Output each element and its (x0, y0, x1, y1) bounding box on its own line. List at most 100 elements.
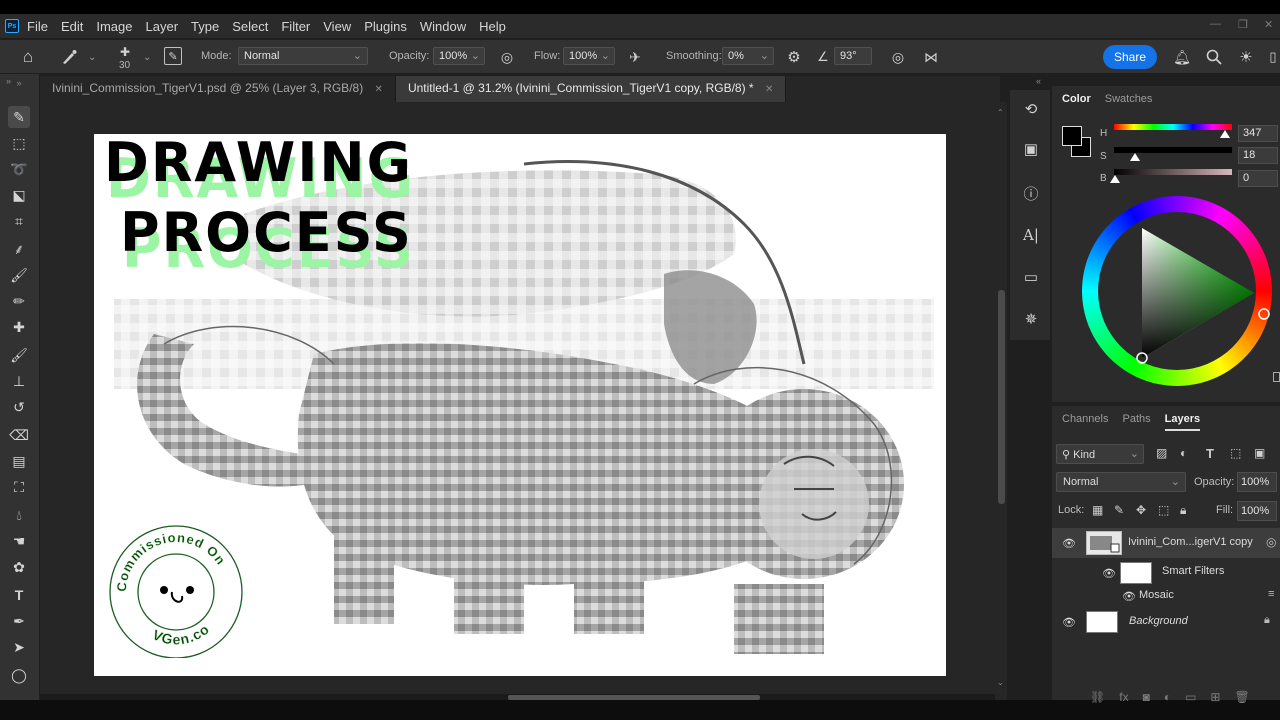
home-icon[interactable]: ⌂ (18, 47, 38, 67)
close-window-icon[interactable]: ✕ (1264, 18, 1273, 31)
mode-select[interactable]: Normal ⌄ (238, 47, 368, 65)
color-triangle[interactable] (1082, 196, 1272, 386)
saturation-slider-handle[interactable] (1130, 153, 1140, 161)
menu-file[interactable]: File (27, 19, 48, 34)
marquee-tool-icon[interactable]: ⬚ (8, 132, 30, 154)
layer-row-tiger-copy[interactable]: 👁︎ Ivinini_Com...igerV1 copy ◎ (1052, 528, 1280, 558)
menu-window[interactable]: Window (420, 19, 466, 34)
link-layers-icon[interactable]: ⛓ (1090, 690, 1105, 704)
hue-slider[interactable] (1114, 124, 1232, 130)
visibility-eye-icon[interactable]: 👁︎ (1062, 537, 1076, 550)
filter-effects-icon[interactable]: ◎ (1266, 535, 1276, 549)
history-brush-tool-icon[interactable]: ↺ (8, 396, 30, 418)
brightness-value-field[interactable]: 0 (1238, 170, 1278, 187)
filter-smart-object-icon[interactable]: ▣ (1254, 446, 1265, 460)
airbrush-icon[interactable]: ✈ (625, 47, 645, 67)
type-tool-icon[interactable]: T (8, 584, 30, 606)
visibility-eye-icon[interactable]: 👁︎ (1062, 616, 1076, 629)
layer-kind-filter[interactable]: ⚲ Kind ⌄ (1056, 444, 1144, 464)
filter-adjustment-icon[interactable]: ◐ (1180, 446, 1187, 460)
angle-input[interactable]: 93° (834, 47, 872, 65)
new-layer-icon[interactable]: ⊞ (1210, 690, 1220, 704)
filter-options-icon[interactable]: ≡ (1268, 588, 1274, 600)
info-icon[interactable]: ⓘ (1020, 182, 1042, 204)
history-panel-icon[interactable]: ⟲ (1020, 98, 1042, 120)
visibility-eye-icon[interactable]: 👁︎ (1102, 567, 1116, 580)
filter-pixel-icon[interactable]: ▨ (1156, 446, 1167, 460)
tab-untitled-1[interactable]: Untitled-1 @ 31.2% (Ivinini_Commission_T… (395, 76, 787, 102)
pen-tool-icon[interactable]: ✒ (8, 610, 30, 632)
add-mask-icon[interactable]: ◙ (1143, 690, 1150, 704)
pressure-size-icon[interactable]: ◎ (888, 47, 908, 67)
opacity-input[interactable]: 100% ⌄ (433, 47, 485, 65)
lightbulb-icon[interactable]: ☀ (1236, 47, 1256, 67)
eraser-tool-icon[interactable]: ⌫ (8, 424, 30, 446)
path-select-tool-icon[interactable]: ➤ (8, 636, 30, 658)
menu-image[interactable]: Image (96, 19, 132, 34)
lock-pixels-icon[interactable]: ✎ (1114, 503, 1124, 517)
foreground-color-swatch[interactable] (1062, 126, 1082, 146)
tab-paths[interactable]: Paths (1122, 413, 1150, 425)
minimize-icon[interactable]: — (1210, 18, 1221, 30)
color-panel-menu-icon[interactable] (1273, 372, 1280, 382)
layer-row-mosaic[interactable]: 👁︎ Mosaic ≡ (1052, 586, 1280, 606)
tab-channels[interactable]: Channels (1062, 413, 1108, 425)
menu-layer[interactable]: Layer (146, 19, 179, 34)
menu-filter[interactable]: Filter (281, 19, 310, 34)
tab-tigerv1-psd[interactable]: Ivinini_Commission_TigerV1.psd @ 25% (La… (40, 76, 396, 102)
mixer-brush-tool-icon[interactable]: 🖌︎ (8, 344, 30, 366)
layer-blend-mode-select[interactable]: Normal ⌄ (1056, 472, 1186, 492)
menu-plugins[interactable]: Plugins (364, 19, 407, 34)
search-icon[interactable] (1204, 47, 1224, 67)
gear-icon[interactable]: ⚙ (784, 47, 804, 67)
lock-artboard-icon[interactable]: ⬚ (1158, 503, 1169, 517)
brush-tool-active-icon[interactable]: ✎ (8, 106, 30, 128)
brightness-slider-handle[interactable] (1110, 175, 1120, 183)
close-icon[interactable]: ✕ (375, 84, 383, 95)
symmetry-icon[interactable]: ⋈ (920, 47, 942, 67)
lock-all-icon[interactable]: 🔒︎ (1180, 503, 1186, 518)
filter-type-icon[interactable]: T (1206, 446, 1214, 461)
menu-type[interactable]: Type (191, 19, 219, 34)
character-panel-icon[interactable]: A| (1020, 224, 1042, 246)
document-canvas[interactable]: DRAWING DRAWING PROCESS PROCESS Commissi… (94, 134, 946, 676)
vertical-scroll-thumb[interactable] (998, 290, 1005, 504)
flow-input[interactable]: 100% ⌄ (563, 47, 615, 65)
visibility-eye-icon[interactable]: 👁︎ (1122, 590, 1136, 603)
blur-tool-icon[interactable]: 💧︎ (8, 504, 30, 526)
layer-row-background[interactable]: 👁︎ Background 🔒︎ (1052, 608, 1280, 636)
scroll-down-icon[interactable]: ⌄ (997, 678, 1004, 687)
hue-slider-handle[interactable] (1220, 130, 1230, 138)
collapse-toolbar-icon[interactable]: » (8, 78, 30, 88)
trash-icon[interactable]: 🗑︎ (1234, 690, 1249, 704)
chevron-down-icon[interactable]: ⌄ (143, 52, 151, 63)
image-panel-icon[interactable]: ▣ (1020, 138, 1042, 160)
menu-edit[interactable]: Edit (61, 19, 83, 34)
pressure-opacity-icon[interactable]: ◎ (497, 47, 517, 67)
collapse-panels-icon[interactable]: « (1036, 76, 1041, 86)
smoothing-input[interactable]: 0% ⌄ (722, 47, 774, 65)
lock-transparent-icon[interactable]: ▦ (1092, 503, 1103, 517)
object-select-tool-icon[interactable]: ⬕ (8, 184, 30, 206)
fx-icon[interactable]: fx (1119, 690, 1128, 704)
tab-layers[interactable]: Layers (1164, 413, 1201, 431)
dodge-tool-icon[interactable]: ✿ (8, 556, 30, 578)
menu-view[interactable]: View (323, 19, 351, 34)
gradient-tool-icon[interactable]: ▤ (8, 450, 30, 472)
brush-tool-icon[interactable]: 🖌︎ (8, 264, 30, 286)
saturation-value-field[interactable]: 18 (1238, 147, 1278, 164)
fill-input[interactable]: 100% (1237, 501, 1277, 521)
paint-bucket-tool-icon[interactable]: ⛶ (8, 476, 30, 498)
menu-select[interactable]: Select (232, 19, 268, 34)
bell-icon[interactable]: 🔔︎ (1172, 47, 1192, 67)
share-button[interactable]: Share (1103, 45, 1157, 69)
chevron-down-icon[interactable]: ⌄ (88, 52, 96, 63)
pencil-tool-icon[interactable]: ✏ (8, 290, 30, 312)
maximize-icon[interactable]: ❐ (1238, 18, 1248, 31)
brightness-slider[interactable] (1114, 169, 1232, 175)
brush-settings-icon[interactable]: ✎ (164, 47, 182, 65)
tab-swatches[interactable]: Swatches (1105, 93, 1153, 105)
workspace-icon[interactable]: ▯ (1265, 47, 1280, 67)
scroll-up-icon[interactable]: ⌃ (997, 108, 1004, 117)
crop-tool-icon[interactable]: ⌗ (8, 210, 30, 232)
